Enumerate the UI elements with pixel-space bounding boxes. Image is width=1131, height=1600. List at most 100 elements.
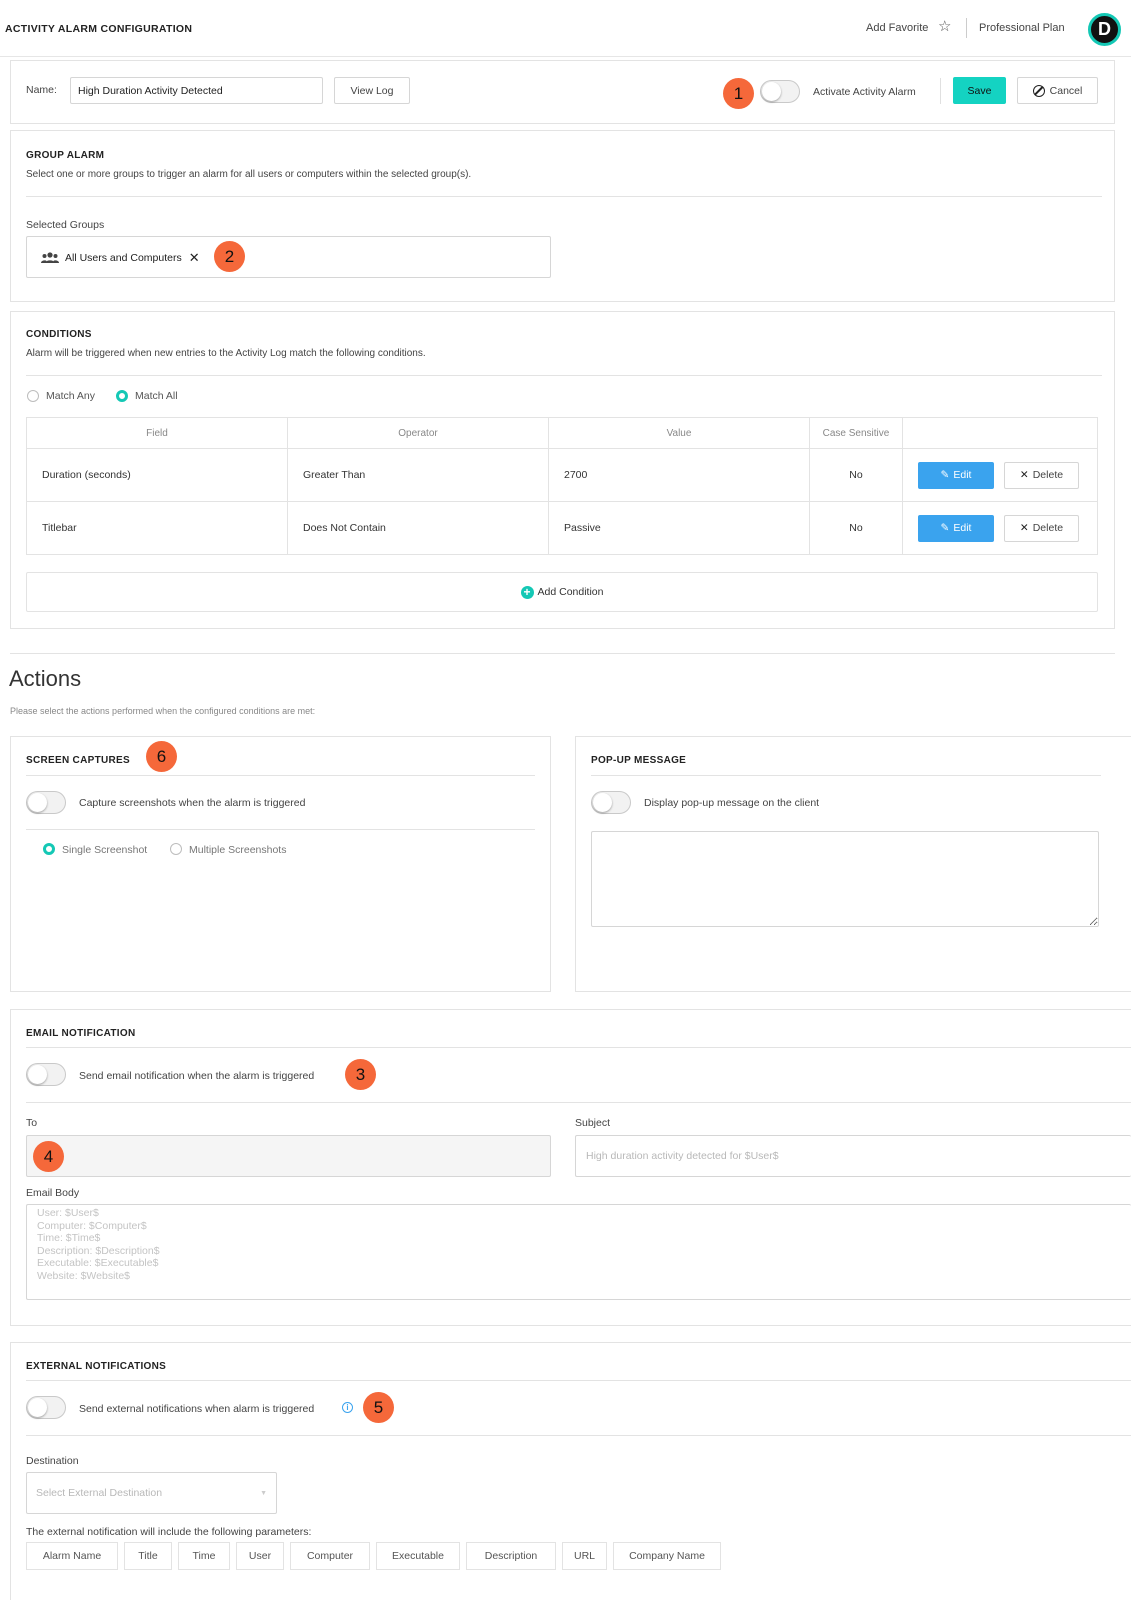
view-log-button[interactable]: View Log [334,77,410,104]
header-divider [966,18,967,38]
email-to-input[interactable] [26,1135,551,1177]
external-params-list: Alarm Name Title Time User Computer Exec… [26,1542,721,1570]
group-chip: All Users and Computers ✕ [41,250,200,266]
param-chip: Executable [376,1542,460,1570]
plus-circle-icon: + [520,585,534,599]
column-header-operator: Operator [287,417,549,449]
actions-heading: Actions [9,666,82,691]
email-to-label: To [26,1117,38,1129]
capture-screenshots-toggle[interactable] [26,791,66,814]
star-icon[interactable]: ☆ [938,19,951,34]
callout-badge-1: 1 [723,78,754,109]
cell-field: Titlebar [26,501,288,555]
popup-message-toggle[interactable] [591,791,631,814]
param-chip: Computer [290,1542,370,1570]
remove-chip-icon[interactable]: ✕ [189,250,200,266]
destination-placeholder: Select External Destination [36,1487,163,1499]
cell-actions: ✎ Edit ✕ Delete [902,501,1098,555]
param-chip: User [236,1542,284,1570]
match-all-label: Match All [135,390,178,402]
delete-label: Delete [1032,522,1064,534]
cell-operator: Greater Than [287,448,549,502]
group-alarm-title: GROUP ALARM [26,150,105,161]
email-subject-label: Subject [575,1117,611,1129]
email-body-textarea[interactable]: User: $User$ Computer: $Computer$ Time: … [26,1204,1131,1300]
capture-screenshots-label: Capture screenshots when the alarm is tr… [79,797,306,809]
table-row: Duration (seconds) Greater Than 2700 No … [26,448,1098,502]
alarm-name-value: High Duration Activity Detected [78,84,223,97]
cell-value: Passive [548,501,810,555]
add-favorite-link[interactable]: Add Favorite [866,22,928,34]
callout-badge-2: 2 [214,241,245,272]
activate-alarm-toggle[interactable] [760,80,800,103]
external-divider [26,1380,1131,1381]
destination-select[interactable]: Select External Destination ▼ [26,1472,277,1514]
match-all-radio[interactable] [116,390,128,402]
email-body-label: Email Body [26,1187,80,1199]
external-divider-2 [26,1435,1131,1436]
caret-down-icon: ▼ [260,1489,267,1497]
callout-badge-5: 5 [363,1392,394,1423]
match-any-radio[interactable] [27,390,39,402]
pencil-icon: ✎ [940,469,950,481]
delete-button[interactable]: ✕ Delete [1004,514,1079,542]
delete-label: Delete [1032,469,1064,481]
cell-operator: Does Not Contain [287,501,549,555]
email-notification-label: Send email notification when the alarm i… [79,1070,315,1082]
email-notification-toggle[interactable] [26,1063,66,1086]
group-divider [26,196,1102,197]
column-header-actions [902,417,1098,449]
save-button[interactable]: Save [953,77,1006,104]
name-label: Name: [26,84,57,96]
delete-button[interactable]: ✕ Delete [1004,461,1079,489]
cell-field: Duration (seconds) [26,448,288,502]
info-icon[interactable]: i [342,1402,353,1413]
external-notifications-label: Send external notifications when alarm i… [79,1403,315,1415]
param-chip: Company Name [613,1542,721,1570]
external-notifications-title: EXTERNAL NOTIFICATIONS [26,1361,167,1372]
group-alarm-description: Select one or more groups to trigger an … [26,169,472,180]
single-screenshot-label: Single Screenshot [62,844,148,856]
selected-groups-label: Selected Groups [26,219,105,231]
callout-badge-6: 6 [146,741,177,772]
popup-message-textarea[interactable] [591,831,1099,927]
avatar[interactable]: D [1088,13,1121,46]
email-subject-input[interactable]: High duration activity detected for $Use… [575,1135,1131,1177]
cell-case-sensitive: No [809,448,903,502]
screen-captures-divider-2 [26,829,535,830]
add-condition-label: Add Condition [537,586,604,598]
conditions-divider [26,375,1102,376]
callout-badge-4: 4 [33,1141,64,1172]
cell-value: 2700 [548,448,810,502]
column-header-value: Value [548,417,810,449]
column-header-field: Field [26,417,288,449]
table-header-row: Field Operator Value Case Sensitive [26,417,1098,449]
action-divider [940,78,941,104]
plan-label[interactable]: Professional Plan [979,22,1065,34]
cancel-button[interactable]: Cancel [1017,77,1098,104]
column-header-case-sensitive: Case Sensitive [809,417,903,449]
param-chip: Time [178,1542,230,1570]
edit-button[interactable]: ✎ Edit [918,514,994,542]
multiple-screenshots-radio[interactable] [170,843,182,855]
email-notification-title: EMAIL NOTIFICATION [26,1028,136,1039]
edit-label: Edit [953,469,972,481]
external-notifications-toggle[interactable] [26,1396,66,1419]
multiple-screenshots-label: Multiple Screenshots [189,844,287,856]
actions-divider [10,653,1115,654]
param-chip: Description [466,1542,556,1570]
add-condition-button[interactable]: + Add Condition [26,572,1098,612]
conditions-description: Alarm will be triggered when new entries… [26,348,426,359]
activate-alarm-label: Activate Activity Alarm [813,86,916,98]
destination-label: Destination [26,1455,79,1467]
edit-button[interactable]: ✎ Edit [918,461,994,489]
group-chip-label: All Users and Computers [65,252,182,264]
close-icon: ✕ [1019,522,1029,534]
single-screenshot-radio[interactable] [43,843,55,855]
alarm-name-input[interactable]: High Duration Activity Detected [70,77,323,104]
cell-case-sensitive: No [809,501,903,555]
popup-message-title: POP-UP MESSAGE [591,755,687,766]
cancel-icon [1032,84,1045,97]
cancel-label: Cancel [1049,84,1083,97]
actions-description: Please select the actions performed when… [10,706,316,716]
